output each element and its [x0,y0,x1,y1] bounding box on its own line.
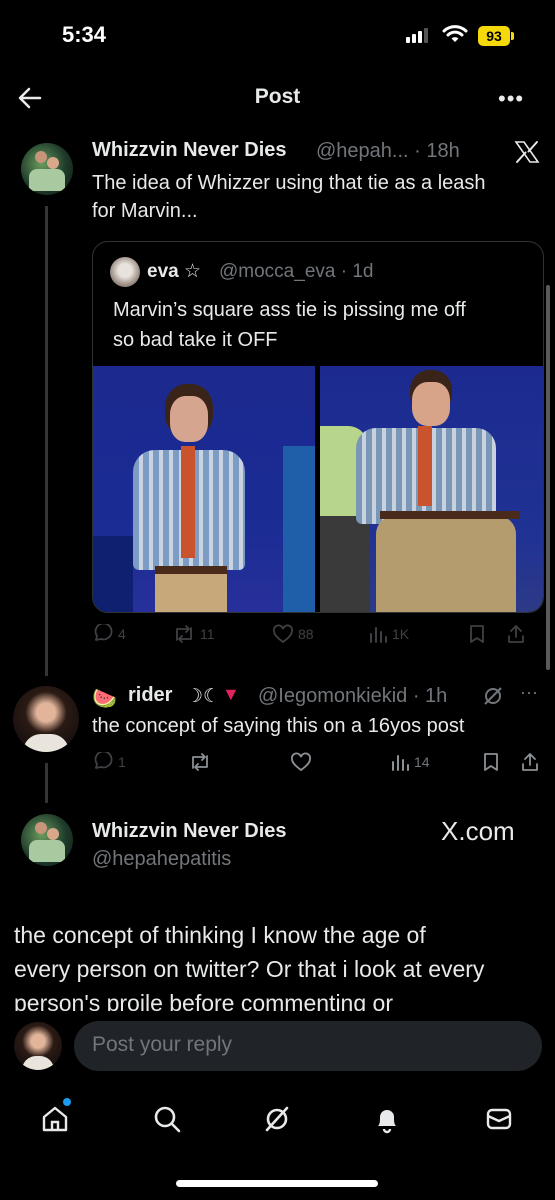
quote-image-1[interactable] [93,366,315,612]
reply-placeholder: Post your reply [92,1033,233,1056]
quote-text-line2: so bad take it OFF [113,329,278,351]
status-time: 5:34 [62,22,107,47]
home-icon[interactable] [40,1104,70,1134]
reply-actions: 1 14 [92,752,542,772]
like-button[interactable]: 88 [272,624,368,644]
battery-tip [511,32,514,40]
battery-indicator: 93 [478,26,510,46]
quote-avatar [110,257,140,287]
post-text-line2: for Marvin... [92,200,198,222]
main-reply-line1: the concept of thinking I know the age o… [14,922,426,948]
reply-count: 4 [118,626,126,642]
bookmark-icon[interactable] [468,624,486,644]
grok-icon[interactable] [262,1104,292,1134]
reply-handle-time[interactable]: @Iegomonkiekid · 1h [258,685,447,708]
reply-avatar[interactable] [13,686,79,752]
xcom-logo: X.com [441,816,515,846]
reply-icon [94,624,113,641]
repost-icon[interactable] [188,752,212,772]
main-reply-avatar[interactable] [21,814,73,866]
thread-line-2 [45,763,48,803]
notification-dot [63,1098,71,1106]
thread-line [45,206,48,676]
truncated-line-clip: person's proile before commenting or [0,987,555,1011]
messages-icon[interactable] [484,1104,514,1134]
scrollbar[interactable] [546,285,550,670]
post-actions: 4 11 88 1K [92,624,542,644]
views-count: 1K [392,626,410,642]
share-icon[interactable] [506,624,526,644]
quote-image-2[interactable] [320,366,543,612]
quote-text-line1: Marvin’s square ass tie is pissing me of… [113,299,466,321]
reply-views-button[interactable]: 14 [390,753,482,771]
main-reply-line2: every person on twitter? Or that i look … [14,956,485,982]
wifi-icon [442,25,468,42]
reply-reply-button[interactable]: 1 [92,752,188,772]
reply-reply-count: 1 [118,754,126,770]
moon-emoji: ☽☾ [186,686,221,707]
bookmark-icon[interactable] [482,752,500,772]
home-indicator [176,1180,378,1187]
notifications-icon[interactable] [372,1104,402,1134]
share-icon[interactable] [520,752,540,772]
reply-icon [94,752,113,769]
views-button[interactable]: 1K [368,625,464,643]
main-reply-author[interactable]: Whizzvin Never Dies [92,820,287,843]
quote-author: eva ☆ [147,261,202,282]
reply-more-icon[interactable]: ··· [520,682,538,703]
heart-icon[interactable] [290,752,312,772]
reply-button[interactable]: 4 [92,624,172,644]
quoted-post[interactable]: eva ☆ @mocca_eva · 1d Marvin’s square as… [92,241,544,613]
post-handle-time[interactable]: @hepah... · 18h [316,140,460,163]
like-count: 88 [298,626,314,642]
views-icon [392,755,409,771]
repost-button[interactable]: 11 [172,624,272,644]
grok-icon[interactable] [482,685,504,707]
x-logo-icon [514,141,540,163]
avatar[interactable] [21,143,73,195]
heart-icon [273,624,293,644]
composer-avatar[interactable] [14,1022,62,1070]
repost-icon [176,625,192,643]
main-reply-handle[interactable]: @hepahepatitis [92,848,231,871]
post-author[interactable]: Whizzvin Never Dies [92,139,287,162]
reply-text: the concept of saying this on a 16yos po… [92,715,465,737]
reply-views-count: 14 [414,754,430,770]
red-triangle-emoji: ▼ [222,684,240,704]
more-options-icon[interactable]: ••• [498,86,524,112]
reply-author[interactable]: rider [128,684,172,707]
quote-handle-time: @mocca_eva · 1d [219,261,374,282]
signal-icon [406,28,428,43]
repost-count: 11 [200,626,215,642]
page-title: Post [254,85,301,108]
views-icon [370,627,387,643]
main-reply-line3: person's proile before commenting or [14,990,393,1011]
post-text-line1: The idea of Whizzer using that tie as a … [92,172,486,194]
search-icon[interactable] [152,1104,182,1134]
watermelon-emoji: 🍉 [92,688,117,710]
